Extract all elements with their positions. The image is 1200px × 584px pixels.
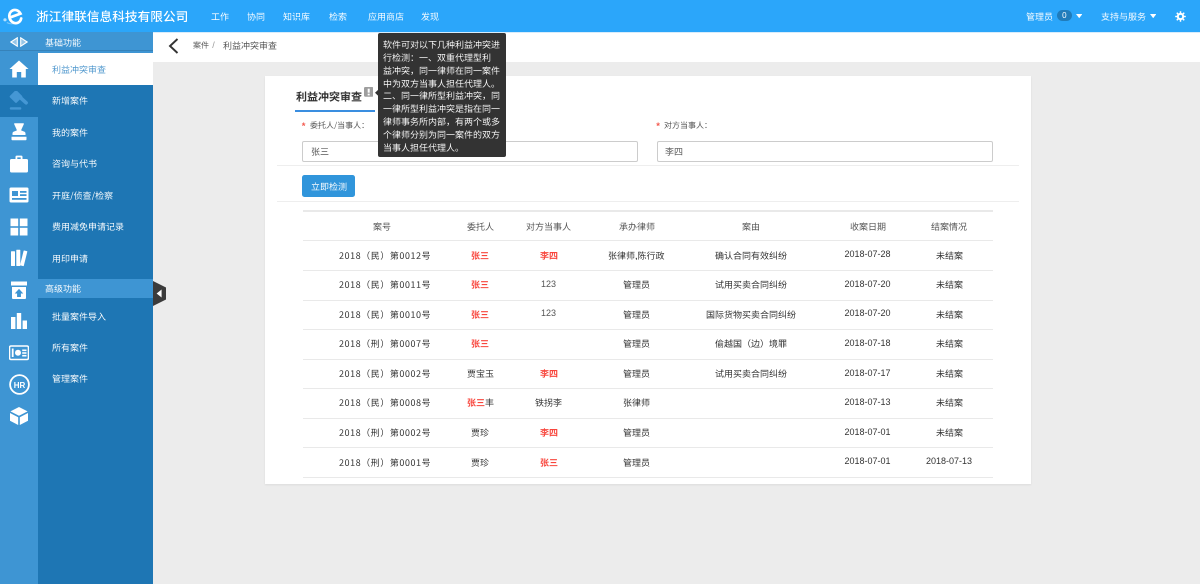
svg-text:HR: HR (13, 381, 25, 390)
